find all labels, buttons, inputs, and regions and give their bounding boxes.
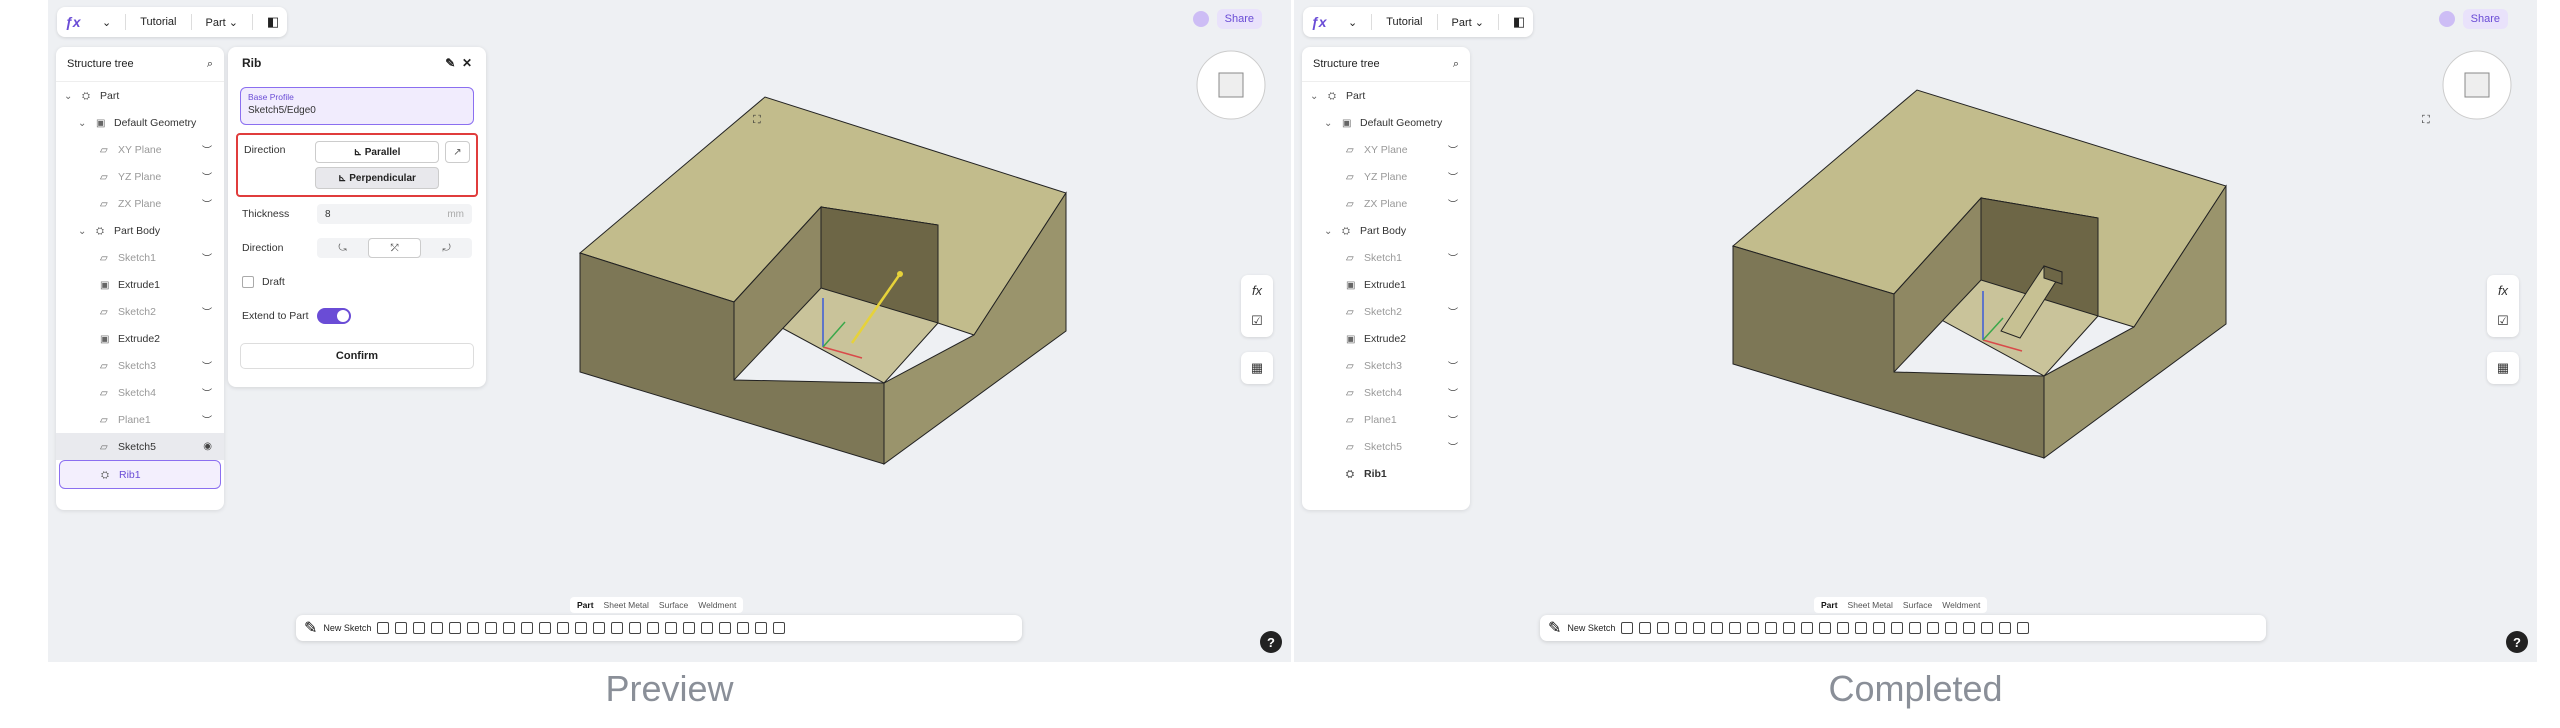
table-icon[interactable]: ▦ <box>1251 360 1263 376</box>
caption-preview: Preview <box>605 668 734 709</box>
preview-panel: ƒx ⌄ Tutorial Part ⌄ ◧ Share Structure tre… <box>48 0 1291 662</box>
table-icon[interactable]: ▦ <box>2497 360 2509 376</box>
formula-tools: fx ☑ <box>2487 275 2519 337</box>
plane-icon[interactable] <box>1927 622 1940 634</box>
combine-icon[interactable] <box>611 622 624 634</box>
sweep-icon[interactable] <box>413 622 426 634</box>
section-icon[interactable] <box>755 622 768 634</box>
help-button[interactable]: ? <box>2506 631 2528 653</box>
checklist-icon[interactable]: ☑ <box>2497 313 2509 329</box>
fillet-icon[interactable] <box>1729 622 1742 634</box>
combine-icon[interactable] <box>1855 622 1868 634</box>
new-sketch-icon[interactable]: ✎ <box>304 618 317 638</box>
split-icon[interactable] <box>629 622 642 634</box>
scale-icon[interactable] <box>665 622 678 634</box>
measure-icon[interactable] <box>1981 622 1994 634</box>
fit-view-icon[interactable]: ⛶ <box>2422 114 2430 127</box>
revolve-icon[interactable] <box>395 622 408 634</box>
formula-tools: fx ☑ <box>1241 275 1273 337</box>
library-icon[interactable] <box>2017 622 2030 634</box>
move-icon[interactable] <box>647 622 660 634</box>
new-sketch-button[interactable]: New Sketch <box>1567 623 1615 633</box>
view-cube-icon <box>1196 50 1266 120</box>
revolve-icon[interactable] <box>1639 622 1652 634</box>
panel-tools: ▦ <box>2487 352 2519 384</box>
mirror-icon[interactable] <box>1837 622 1850 634</box>
split-icon[interactable] <box>1873 622 1886 634</box>
view-cube-icon <box>2442 50 2512 120</box>
tab-weldment[interactable]: Weldment <box>694 599 740 611</box>
pattern-icon[interactable] <box>1819 622 1832 634</box>
view-cube[interactable] <box>1191 45 1271 125</box>
view-cube[interactable] <box>2437 45 2517 125</box>
tab-part[interactable]: Part <box>1817 599 1842 611</box>
tab-sheet-metal[interactable]: Sheet Metal <box>1844 599 1897 611</box>
shell-icon[interactable] <box>1783 622 1796 634</box>
tab-surface[interactable]: Surface <box>655 599 692 611</box>
fit-view-icon[interactable]: ⛶ <box>753 114 761 127</box>
help-button[interactable]: ? <box>1260 631 1282 653</box>
sweep-icon[interactable] <box>1657 622 1670 634</box>
tab-weldment[interactable]: Weldment <box>1938 599 1984 611</box>
plane-icon[interactable] <box>683 622 696 634</box>
measure-icon[interactable] <box>737 622 750 634</box>
cut-icon[interactable] <box>1711 622 1724 634</box>
checklist-icon[interactable]: ☑ <box>1251 313 1263 329</box>
panel-tools: ▦ <box>1241 352 1273 384</box>
caption-completed: Completed <box>1828 668 2003 709</box>
point-icon[interactable] <box>1963 622 1976 634</box>
draft-icon[interactable] <box>521 622 534 634</box>
cut-icon[interactable] <box>467 622 480 634</box>
scale-icon[interactable] <box>1909 622 1922 634</box>
axis-icon[interactable] <box>701 622 714 634</box>
rib-icon[interactable] <box>449 622 462 634</box>
loft-icon[interactable] <box>1675 622 1688 634</box>
section-icon[interactable] <box>1999 622 2012 634</box>
draft-icon[interactable] <box>1765 622 1778 634</box>
rib-icon[interactable] <box>1693 622 1706 634</box>
model-block <box>1731 89 2227 459</box>
rib-endpoint <box>897 271 903 277</box>
mirror-icon[interactable] <box>593 622 606 634</box>
formula-icon[interactable]: fx <box>1252 283 1262 298</box>
extrude-icon[interactable] <box>1621 622 1634 634</box>
viewport-3d[interactable] <box>48 0 1291 662</box>
pattern-icon[interactable] <box>575 622 588 634</box>
axis-icon[interactable] <box>1945 622 1958 634</box>
chamfer-icon[interactable] <box>503 622 516 634</box>
fillet-icon[interactable] <box>485 622 498 634</box>
viewport-3d[interactable] <box>1294 0 2537 662</box>
move-icon[interactable] <box>1891 622 1904 634</box>
loft-icon[interactable] <box>431 622 444 634</box>
formula-icon[interactable]: fx <box>2498 283 2508 298</box>
new-sketch-icon[interactable]: ✎ <box>1548 618 1561 638</box>
mode-tabs: Part Sheet Metal Surface Weldment <box>1814 597 1988 613</box>
mode-tabs: Part Sheet Metal Surface Weldment <box>570 597 744 613</box>
tab-part[interactable]: Part <box>573 599 598 611</box>
chamfer-icon[interactable] <box>1747 622 1760 634</box>
tab-sheet-metal[interactable]: Sheet Metal <box>600 599 653 611</box>
point-icon[interactable] <box>719 622 732 634</box>
bottom-toolbar: ✎ New Sketch <box>1540 615 2266 641</box>
bottom-toolbar: ✎ New Sketch <box>296 615 1022 641</box>
extrude-icon[interactable] <box>377 622 390 634</box>
shell-icon[interactable] <box>539 622 552 634</box>
completed-panel: ƒx ⌄ Tutorial Part ⌄ ◧ Share Structure tre… <box>1294 0 2537 662</box>
tab-surface[interactable]: Surface <box>1899 599 1936 611</box>
new-sketch-button[interactable]: New Sketch <box>323 623 371 633</box>
model-block <box>578 96 1067 465</box>
library-icon[interactable] <box>773 622 786 634</box>
hole-icon[interactable] <box>557 622 570 634</box>
hole-icon[interactable] <box>1801 622 1814 634</box>
